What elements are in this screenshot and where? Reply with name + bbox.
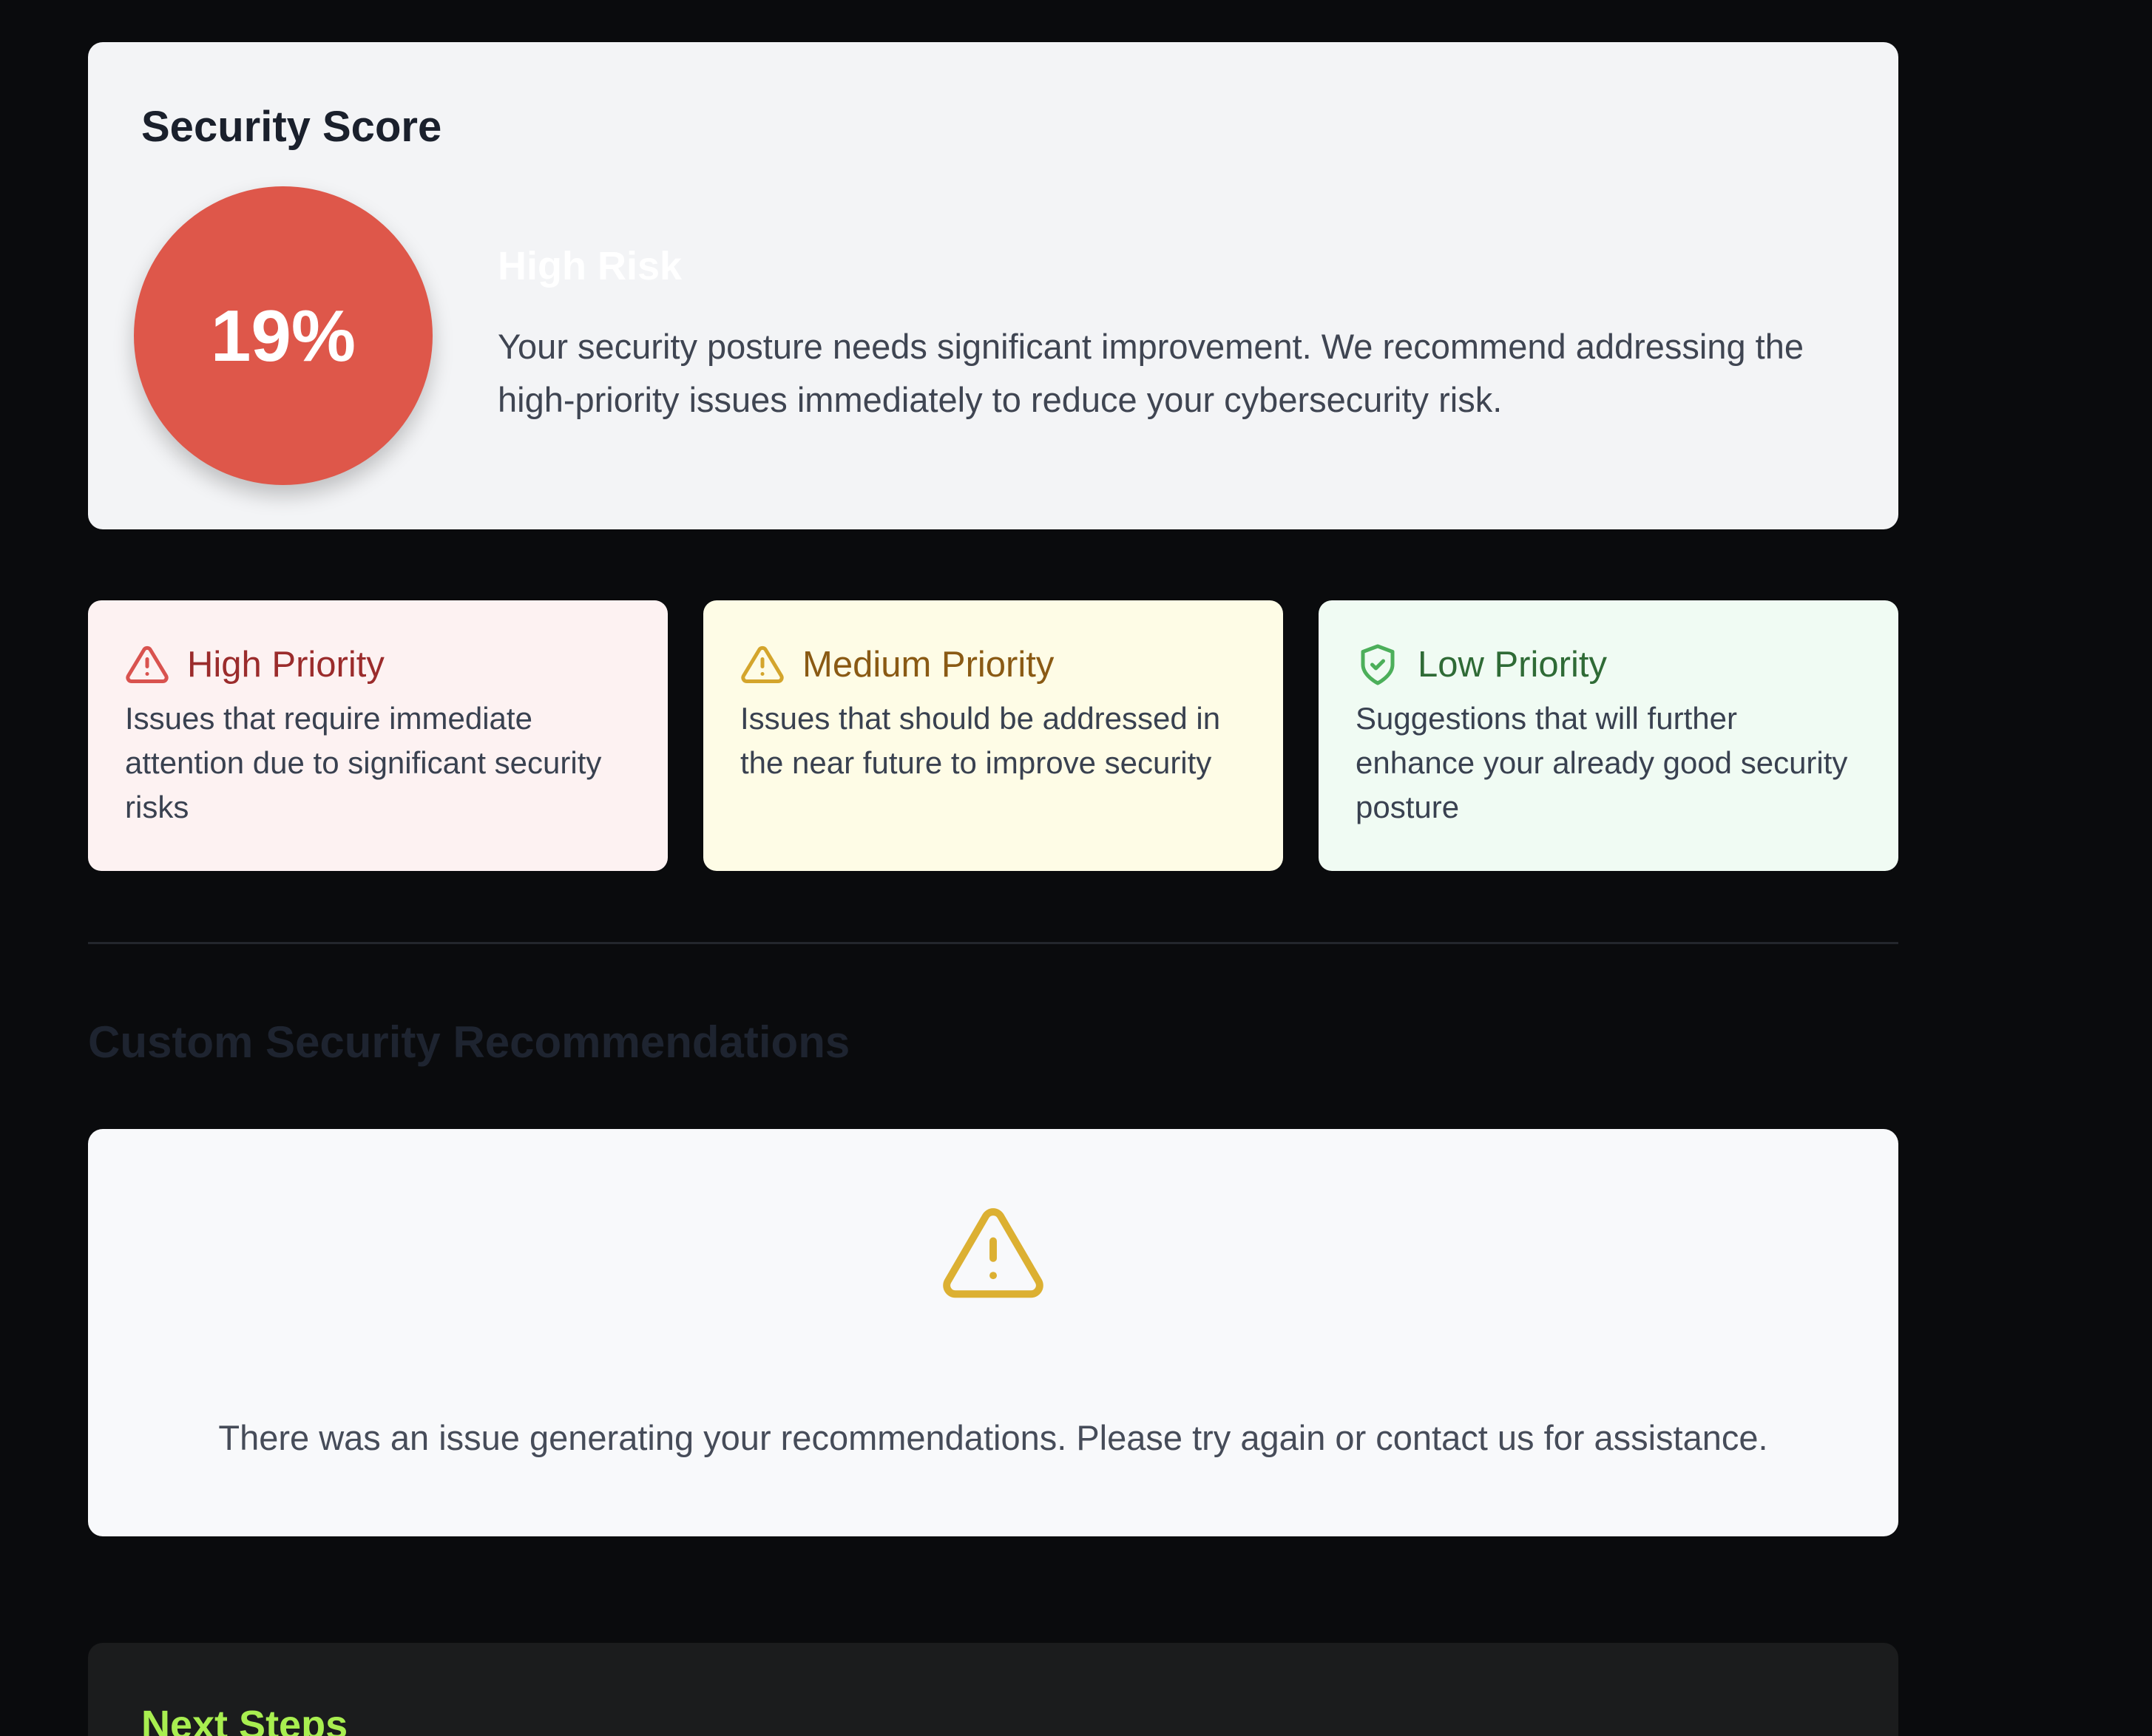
score-description: Your security posture needs significant … xyxy=(498,326,1804,419)
low-priority-card: Low Priority Suggestions that will furth… xyxy=(1319,600,1898,871)
warning-triangle-icon xyxy=(741,645,784,683)
low-priority-title: Low Priority xyxy=(1418,645,1607,685)
content: Security Score 19% High Risk Your securi… xyxy=(88,42,1898,1736)
score-text: High Risk Your security posture needs si… xyxy=(498,244,1844,426)
low-priority-header: Low Priority xyxy=(1356,639,1861,691)
shield-check-icon xyxy=(1361,644,1395,685)
medium-priority-description: Issues that should be addressed in the n… xyxy=(740,701,1221,780)
security-score-title: Security Score xyxy=(141,103,442,151)
security-score-card: Security Score 19% High Risk Your securi… xyxy=(88,42,1898,529)
high-priority-description: Issues that require immediate attention … xyxy=(125,701,602,824)
medium-priority-title: Medium Priority xyxy=(802,645,1055,685)
high-priority-header: High Priority xyxy=(125,639,631,691)
page: Security Score 19% High Risk Your securi… xyxy=(0,0,2152,1736)
score-circle: 19% xyxy=(134,186,433,485)
score-value: 19% xyxy=(210,294,356,376)
warning-triangle-icon xyxy=(126,645,169,683)
medium-priority-card: Medium Priority Issues that should be ad… xyxy=(703,600,1283,871)
low-priority-description: Suggestions that will further enhance yo… xyxy=(1356,701,1848,824)
next-steps-card: Next Steps xyxy=(88,1643,1898,1736)
high-priority-card: High Priority Issues that require immedi… xyxy=(88,600,668,871)
security-score-body: 19% High Risk Your security posture need… xyxy=(134,186,1844,485)
priority-legend: High Priority Issues that require immedi… xyxy=(88,600,1898,871)
recommendations-card: There was an issue generating your recom… xyxy=(88,1129,1898,1536)
medium-priority-header: Medium Priority xyxy=(740,639,1246,691)
warning-triangle-icon xyxy=(943,1208,1043,1298)
recommendations-error-message: There was an issue generating your recom… xyxy=(218,1418,1768,1457)
high-priority-title: High Priority xyxy=(187,645,385,685)
risk-level-label: High Risk xyxy=(498,244,683,289)
recommendations-title: Custom Security Recommendations xyxy=(88,1017,850,1067)
section-divider xyxy=(88,942,1898,944)
next-steps-title: Next Steps xyxy=(141,1703,348,1736)
